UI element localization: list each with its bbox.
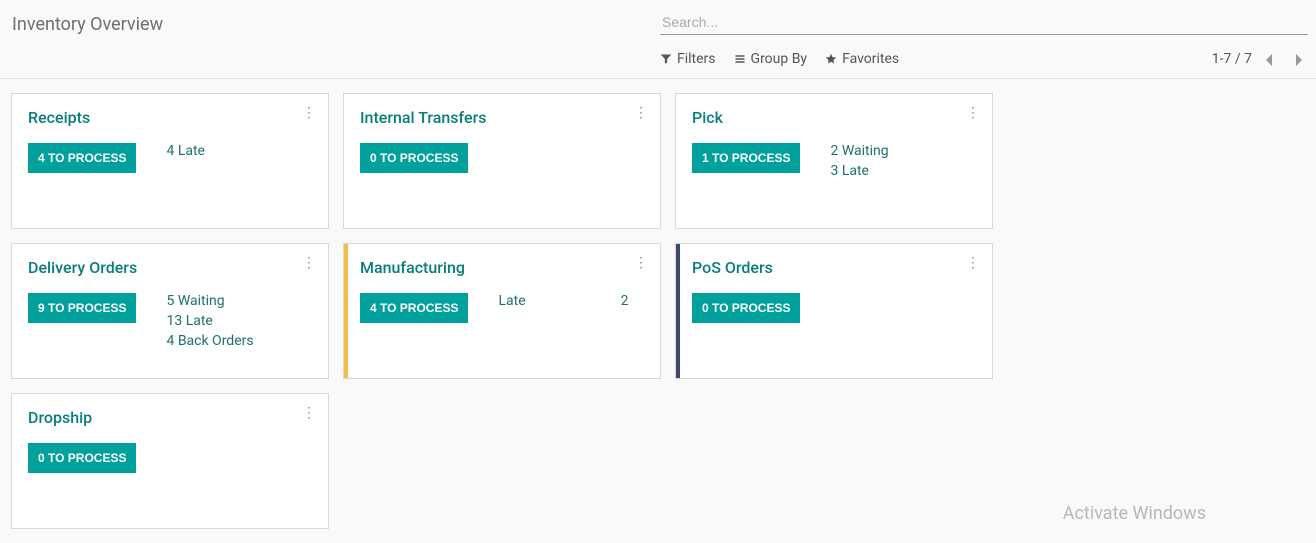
- favorites-button[interactable]: Favorites: [825, 51, 899, 67]
- funnel-icon: [660, 51, 672, 67]
- search-input[interactable]: [660, 10, 1308, 35]
- windows-watermark: Activate Windows: [1063, 503, 1206, 524]
- status-line[interactable]: 4 Late: [166, 143, 205, 159]
- kebab-icon[interactable]: ⋮: [966, 106, 980, 120]
- star-icon: [825, 51, 837, 67]
- favorites-label: Favorites: [842, 51, 899, 67]
- card-body: 0 TO PROCESS: [28, 443, 312, 473]
- kanban-card[interactable]: ⋮Delivery Orders 9 TO PROCESS 5 Waiting 13 …: [11, 243, 329, 379]
- status-line[interactable]: 2 Waiting: [830, 143, 888, 159]
- process-button[interactable]: 0 TO PROCESS: [28, 443, 136, 473]
- kanban-card[interactable]: ⋮Manufacturing 4 TO PROCESS Late 2: [343, 243, 661, 379]
- list-icon: [734, 51, 746, 67]
- status-count: 2: [621, 293, 629, 309]
- card-title[interactable]: Receipts: [28, 108, 312, 127]
- kebab-icon[interactable]: ⋮: [302, 406, 316, 420]
- process-button[interactable]: 9 TO PROCESS: [28, 293, 136, 323]
- process-button[interactable]: 4 TO PROCESS: [28, 143, 136, 173]
- filters-button[interactable]: Filters: [660, 51, 716, 67]
- kebab-icon[interactable]: ⋮: [634, 256, 648, 270]
- status-line[interactable]: 4 Back Orders: [166, 333, 253, 349]
- status-split[interactable]: Late 2: [498, 293, 628, 309]
- card-title[interactable]: Delivery Orders: [28, 258, 312, 277]
- card-title[interactable]: Manufacturing: [360, 258, 644, 277]
- status-col: 4 Late: [166, 143, 205, 159]
- status-label: Late: [498, 293, 525, 309]
- kanban-card[interactable]: ⋮Receipts 4 TO PROCESS 4 Late: [11, 93, 329, 229]
- page-title: Inventory Overview: [12, 10, 660, 35]
- card-title[interactable]: Dropship: [28, 408, 312, 427]
- card-body: 0 TO PROCESS: [360, 143, 644, 173]
- status-line[interactable]: 13 Late: [166, 313, 253, 329]
- kanban-card[interactable]: ⋮PoS Orders 0 TO PROCESS: [675, 243, 993, 379]
- groupby-label: Group By: [751, 51, 808, 67]
- pager-next[interactable]: [1288, 49, 1308, 68]
- process-button[interactable]: 0 TO PROCESS: [692, 293, 800, 323]
- kebab-icon[interactable]: ⋮: [302, 106, 316, 120]
- kebab-icon[interactable]: ⋮: [302, 256, 316, 270]
- card-body: 9 TO PROCESS 5 Waiting 13 Late 4 Back Order…: [28, 293, 312, 349]
- process-button[interactable]: 4 TO PROCESS: [360, 293, 468, 323]
- kanban-card[interactable]: ⋮Dropship 0 TO PROCESS: [11, 393, 329, 529]
- card-title[interactable]: PoS Orders: [692, 258, 976, 277]
- accent-bar: [344, 244, 348, 378]
- kanban-card[interactable]: ⋮Pick 1 TO PROCESS 2 Waiting 3 Late: [675, 93, 993, 229]
- kanban-card[interactable]: ⋮Internal Transfers 0 TO PROCESS: [343, 93, 661, 229]
- card-body: 1 TO PROCESS 2 Waiting 3 Late: [692, 143, 976, 179]
- card-body: 0 TO PROCESS: [692, 293, 976, 323]
- pager-text: 1-7 / 7: [1212, 51, 1252, 67]
- card-title[interactable]: Pick: [692, 108, 976, 127]
- process-button[interactable]: 1 TO PROCESS: [692, 143, 800, 173]
- card-body: 4 TO PROCESS 4 Late: [28, 143, 312, 173]
- status-line[interactable]: 5 Waiting: [166, 293, 253, 309]
- card-title[interactable]: Internal Transfers: [360, 108, 644, 127]
- status-col: 5 Waiting 13 Late 4 Back Orders: [166, 293, 253, 349]
- status-col: 2 Waiting 3 Late: [830, 143, 888, 179]
- groupby-button[interactable]: Group By: [734, 51, 808, 67]
- status-line[interactable]: 3 Late: [830, 163, 888, 179]
- accent-bar: [676, 244, 680, 378]
- filters-label: Filters: [677, 51, 716, 67]
- kebab-icon[interactable]: ⋮: [634, 106, 648, 120]
- card-body: 4 TO PROCESS Late 2: [360, 293, 644, 323]
- kebab-icon[interactable]: ⋮: [966, 256, 980, 270]
- process-button[interactable]: 0 TO PROCESS: [360, 143, 468, 173]
- pager-prev[interactable]: [1260, 49, 1280, 68]
